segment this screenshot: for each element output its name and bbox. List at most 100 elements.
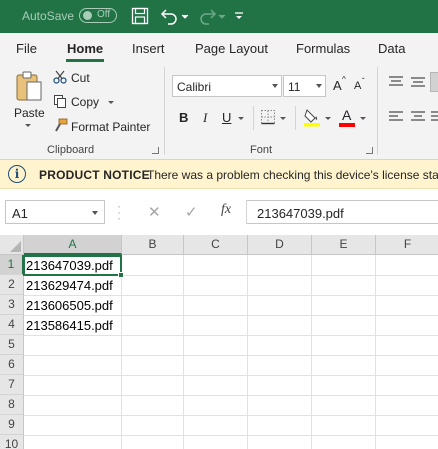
align-center-icon[interactable] bbox=[411, 111, 425, 123]
row-header-10[interactable]: 10 bbox=[0, 435, 24, 449]
borders-icon[interactable] bbox=[260, 109, 276, 125]
paste-icon[interactable] bbox=[14, 69, 44, 103]
row-header-6[interactable]: 6 bbox=[0, 355, 24, 375]
increase-font-size-button[interactable]: A bbox=[333, 78, 342, 93]
column-header-c[interactable]: C bbox=[184, 235, 248, 255]
toolbar-divider bbox=[295, 106, 296, 130]
autosave-state: Off bbox=[97, 9, 111, 20]
cell-a3[interactable]: 213606505.pdf bbox=[26, 296, 113, 316]
decrease-arrow-icon: ˇ bbox=[362, 77, 365, 86]
formula-bar-splitter-icon[interactable]: · · · bbox=[117, 200, 121, 224]
select-all-button[interactable] bbox=[0, 235, 24, 255]
paste-button[interactable]: Paste bbox=[14, 106, 45, 120]
group-divider bbox=[164, 67, 165, 155]
gridline bbox=[121, 255, 122, 449]
copy-button[interactable]: Copy bbox=[71, 95, 99, 109]
select-all-icon bbox=[10, 241, 21, 252]
chevron-down-icon bbox=[272, 84, 278, 88]
format-painter-button[interactable]: Format Painter bbox=[71, 120, 150, 134]
font-size-value: 11 bbox=[288, 80, 301, 94]
cut-icon bbox=[53, 70, 67, 84]
font-launcher-icon[interactable] bbox=[366, 147, 373, 154]
font-color-swatch bbox=[339, 123, 355, 127]
title-bar: AutoSave Off bbox=[0, 0, 438, 33]
worksheet-grid[interactable]: A B C D E F 1 2 3 4 5 6 7 8 9 10 2136470… bbox=[0, 235, 438, 449]
copy-icon bbox=[54, 95, 66, 108]
clipboard-launcher-icon[interactable] bbox=[152, 147, 159, 154]
gridline bbox=[375, 255, 376, 449]
font-group-label: Font bbox=[250, 144, 273, 156]
borders-dropdown-icon[interactable] bbox=[279, 116, 287, 122]
column-header-f[interactable]: F bbox=[376, 235, 438, 255]
row-header-2[interactable]: 2 bbox=[0, 275, 24, 295]
font-name-value: Calibri bbox=[177, 80, 212, 94]
bottom-align-button[interactable] bbox=[430, 72, 438, 92]
row-header-1[interactable]: 1 bbox=[0, 255, 24, 275]
cell-a2[interactable]: 213629474.pdf bbox=[26, 276, 113, 296]
tab-file[interactable]: File bbox=[16, 41, 37, 56]
name-box[interactable]: A1 bbox=[5, 200, 105, 224]
column-header-e[interactable]: E bbox=[312, 235, 376, 255]
row-header-7[interactable]: 7 bbox=[0, 375, 24, 395]
tab-page-layout[interactable]: Page Layout bbox=[195, 41, 268, 56]
toolbar-divider bbox=[253, 106, 254, 130]
active-tab-indicator bbox=[66, 59, 104, 62]
top-align-icon[interactable] bbox=[389, 76, 403, 88]
row-header-8[interactable]: 8 bbox=[0, 395, 24, 415]
font-color-dropdown-icon[interactable] bbox=[359, 116, 367, 122]
customize-qat-icon[interactable] bbox=[234, 6, 244, 26]
decrease-font-size-button[interactable]: A bbox=[354, 80, 361, 92]
undo-icon[interactable] bbox=[160, 6, 180, 26]
fill-color-icon[interactable] bbox=[303, 107, 321, 127]
enter-button[interactable]: ✓ bbox=[185, 203, 198, 221]
tab-insert[interactable]: Insert bbox=[132, 41, 165, 56]
tab-formulas[interactable]: Formulas bbox=[296, 41, 350, 56]
column-header-a[interactable]: A bbox=[24, 235, 122, 255]
middle-align-icon[interactable] bbox=[411, 76, 425, 88]
cell-a4[interactable]: 213586415.pdf bbox=[26, 316, 113, 336]
row-header-9[interactable]: 9 bbox=[0, 415, 24, 435]
gridline bbox=[247, 255, 248, 449]
formula-input[interactable]: 213647039.pdf bbox=[247, 200, 438, 224]
font-color-button[interactable]: A bbox=[342, 107, 351, 123]
ribbon-tabs: File Home Insert Page Layout Formulas Da… bbox=[0, 33, 438, 63]
notice-title: PRODUCT NOTICE bbox=[39, 168, 150, 182]
save-icon[interactable] bbox=[131, 6, 149, 26]
insert-function-button[interactable]: fx bbox=[221, 202, 231, 218]
redo-icon[interactable] bbox=[197, 6, 217, 26]
align-right-icon[interactable] bbox=[431, 111, 438, 123]
paste-dropdown-icon[interactable] bbox=[24, 123, 32, 129]
formula-value: 213647039.pdf bbox=[257, 206, 344, 221]
font-size-dropdown[interactable]: 11 bbox=[283, 75, 326, 97]
cancel-button[interactable]: ✕ bbox=[148, 203, 161, 221]
redo-dropdown-icon[interactable] bbox=[218, 6, 226, 26]
notice-message: There was a problem checking this device… bbox=[147, 168, 438, 182]
product-notice-bar: i PRODUCT NOTICE There was a problem che… bbox=[0, 160, 438, 189]
fill-color-dropdown-icon[interactable] bbox=[324, 116, 332, 122]
bold-button[interactable]: B bbox=[179, 110, 188, 125]
column-header-d[interactable]: D bbox=[248, 235, 312, 255]
group-divider bbox=[377, 67, 378, 155]
tab-data[interactable]: Data bbox=[378, 41, 405, 56]
underline-button[interactable]: U bbox=[222, 110, 231, 125]
gridline bbox=[311, 255, 312, 449]
align-left-icon[interactable] bbox=[389, 111, 403, 123]
row-header-3[interactable]: 3 bbox=[0, 295, 24, 315]
column-header-b[interactable]: B bbox=[122, 235, 184, 255]
formula-bar: A1 · · · ✕ ✓ fx 213647039.pdf bbox=[0, 189, 438, 235]
cut-button[interactable]: Cut bbox=[71, 71, 90, 85]
name-box-value: A1 bbox=[12, 206, 28, 221]
fill-handle[interactable] bbox=[118, 272, 124, 278]
row-header-4[interactable]: 4 bbox=[0, 315, 24, 335]
copy-dropdown-icon[interactable] bbox=[107, 100, 115, 106]
clipboard-group-label: Clipboard bbox=[47, 144, 95, 156]
tab-home[interactable]: Home bbox=[67, 41, 103, 56]
underline-dropdown-icon[interactable] bbox=[237, 116, 245, 122]
font-name-dropdown[interactable]: Calibri bbox=[172, 75, 282, 97]
autosave-toggle[interactable]: Off bbox=[79, 8, 117, 23]
undo-dropdown-icon[interactable] bbox=[181, 6, 189, 26]
ribbon: Paste Cut Copy Format Painter Clipboard bbox=[0, 63, 438, 160]
row-header-5[interactable]: 5 bbox=[0, 335, 24, 355]
chevron-down-icon bbox=[316, 84, 322, 88]
italic-button[interactable]: I bbox=[203, 110, 207, 126]
